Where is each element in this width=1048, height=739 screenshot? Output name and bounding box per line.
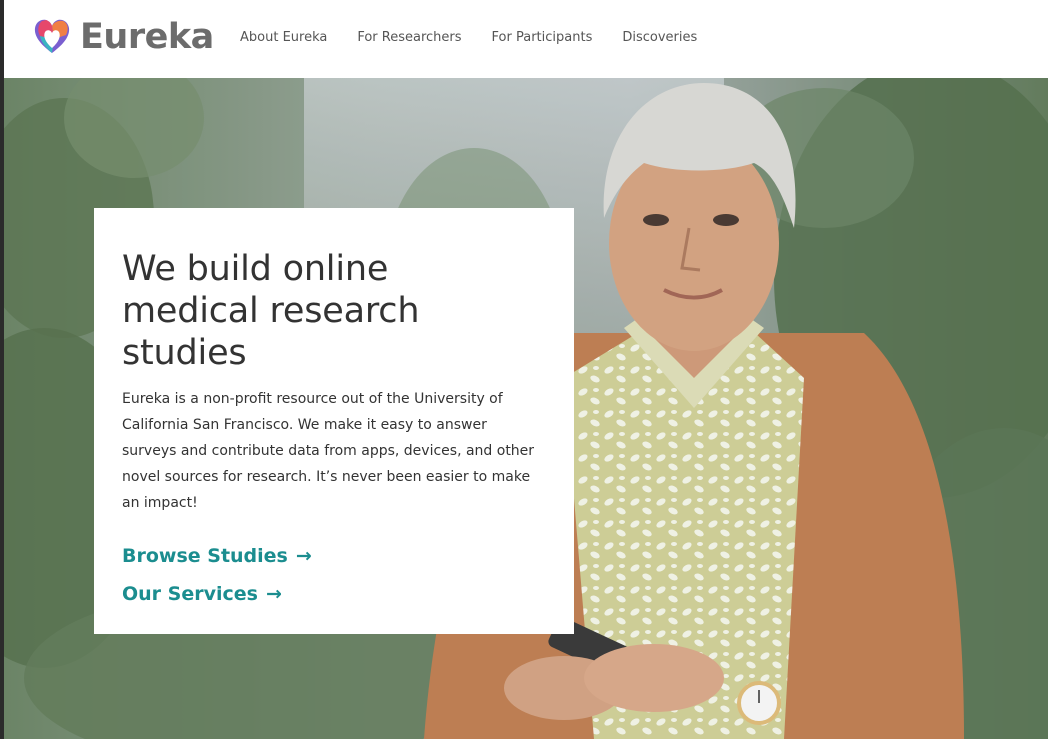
arrow-right-icon: →	[265, 583, 282, 605]
brand-logo[interactable]: Eureka	[32, 17, 214, 57]
nav-for-researchers[interactable]: For Researchers	[357, 30, 461, 46]
hero-title: We build online medical research studies	[122, 249, 420, 373]
nav-discoveries[interactable]: Discoveries	[622, 30, 697, 46]
main-nav: About Eureka For Researchers For Partici…	[240, 30, 727, 46]
hero-description: Eureka is a non-profit resource out of t…	[122, 391, 535, 511]
heart-logo-icon	[34, 19, 70, 53]
our-services-link[interactable]: Our Services →	[122, 582, 546, 606]
nav-for-participants[interactable]: For Participants	[492, 30, 593, 46]
browse-studies-link[interactable]: Browse Studies →	[122, 544, 546, 568]
site-header: Eureka About Eureka For Researchers For …	[4, 0, 1048, 78]
nav-about-eureka[interactable]: About Eureka	[240, 30, 327, 46]
hero-section: We build online medical research studies…	[4, 78, 1048, 739]
hero-card: We build online medical research studies…	[94, 208, 574, 634]
brand-name: Eureka	[80, 17, 214, 57]
arrow-right-icon: →	[295, 545, 312, 567]
browse-studies-label: Browse Studies	[122, 545, 288, 567]
our-services-label: Our Services	[122, 583, 258, 605]
